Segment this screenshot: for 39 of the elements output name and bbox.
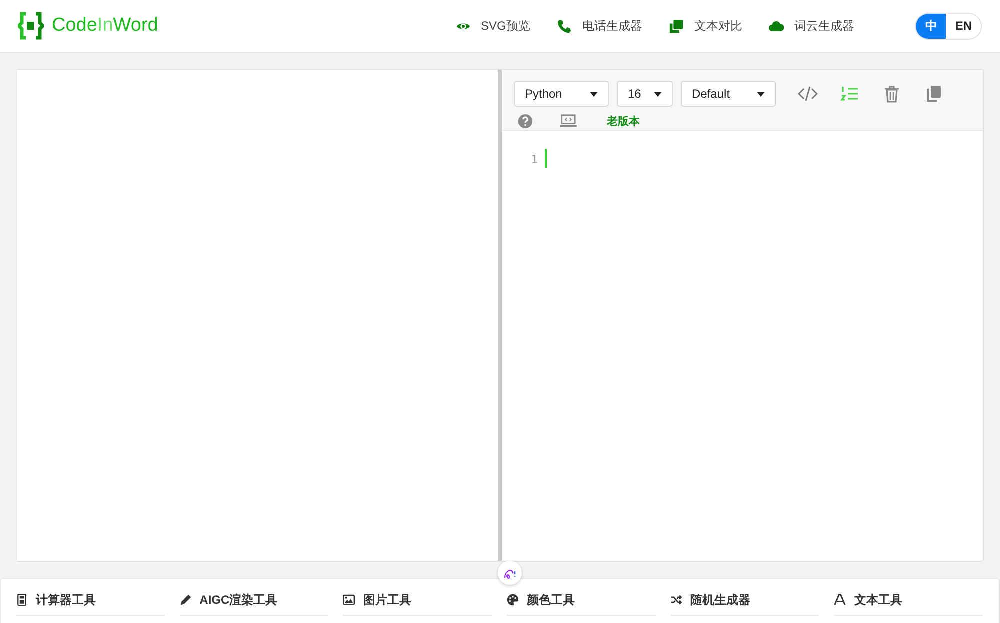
swirl-icon xyxy=(504,568,516,578)
cloud-icon xyxy=(769,18,784,34)
category-heading: 计算器工具 xyxy=(36,592,96,608)
image-icon xyxy=(343,594,356,606)
code-icon[interactable] xyxy=(798,84,818,104)
text-cursor xyxy=(545,149,547,168)
old-version-link[interactable]: 老版本 xyxy=(607,114,640,128)
category-heading: AIGC渲染工具 xyxy=(200,592,278,608)
split-handle[interactable] xyxy=(498,70,502,561)
laptop-code-icon[interactable] xyxy=(560,114,577,128)
caret-icon xyxy=(757,92,765,96)
caret-icon xyxy=(590,92,598,96)
font-icon xyxy=(834,594,846,606)
nav-link[interactable]: SVG预览 xyxy=(456,18,530,34)
brand-name: CodeInWord xyxy=(52,15,158,37)
trash-icon[interactable] xyxy=(882,84,902,104)
category-heading: 颜色工具 xyxy=(527,592,575,608)
category-heading: 随机生成器 xyxy=(690,592,751,608)
logo-icon xyxy=(18,12,44,40)
palette-icon xyxy=(507,594,519,606)
caret-icon xyxy=(654,92,662,96)
copy-icon[interactable] xyxy=(924,84,944,104)
nav-link[interactable]: 文本对比 xyxy=(669,18,742,34)
nav-link[interactable]: 电话生成器 xyxy=(557,18,642,34)
category-heading: 文本工具 xyxy=(854,592,902,608)
nav-link[interactable]: 词云生成器 xyxy=(769,18,854,34)
shuffle-icon xyxy=(670,594,683,606)
copy-icon xyxy=(669,18,684,34)
dropdown[interactable]: 16 xyxy=(617,81,673,107)
help-icon[interactable] xyxy=(518,114,533,128)
category-heading: 图片工具 xyxy=(363,592,412,608)
dropdown[interactable]: Python xyxy=(514,81,609,107)
dropdown[interactable]: Default xyxy=(681,81,776,107)
numbered-list-icon[interactable] xyxy=(840,84,860,104)
pencil-icon xyxy=(180,594,192,606)
phone-icon xyxy=(557,18,572,34)
language-button[interactable]: 中 xyxy=(916,14,946,38)
line-number: 1 xyxy=(530,153,538,166)
calculator-icon xyxy=(16,594,28,606)
